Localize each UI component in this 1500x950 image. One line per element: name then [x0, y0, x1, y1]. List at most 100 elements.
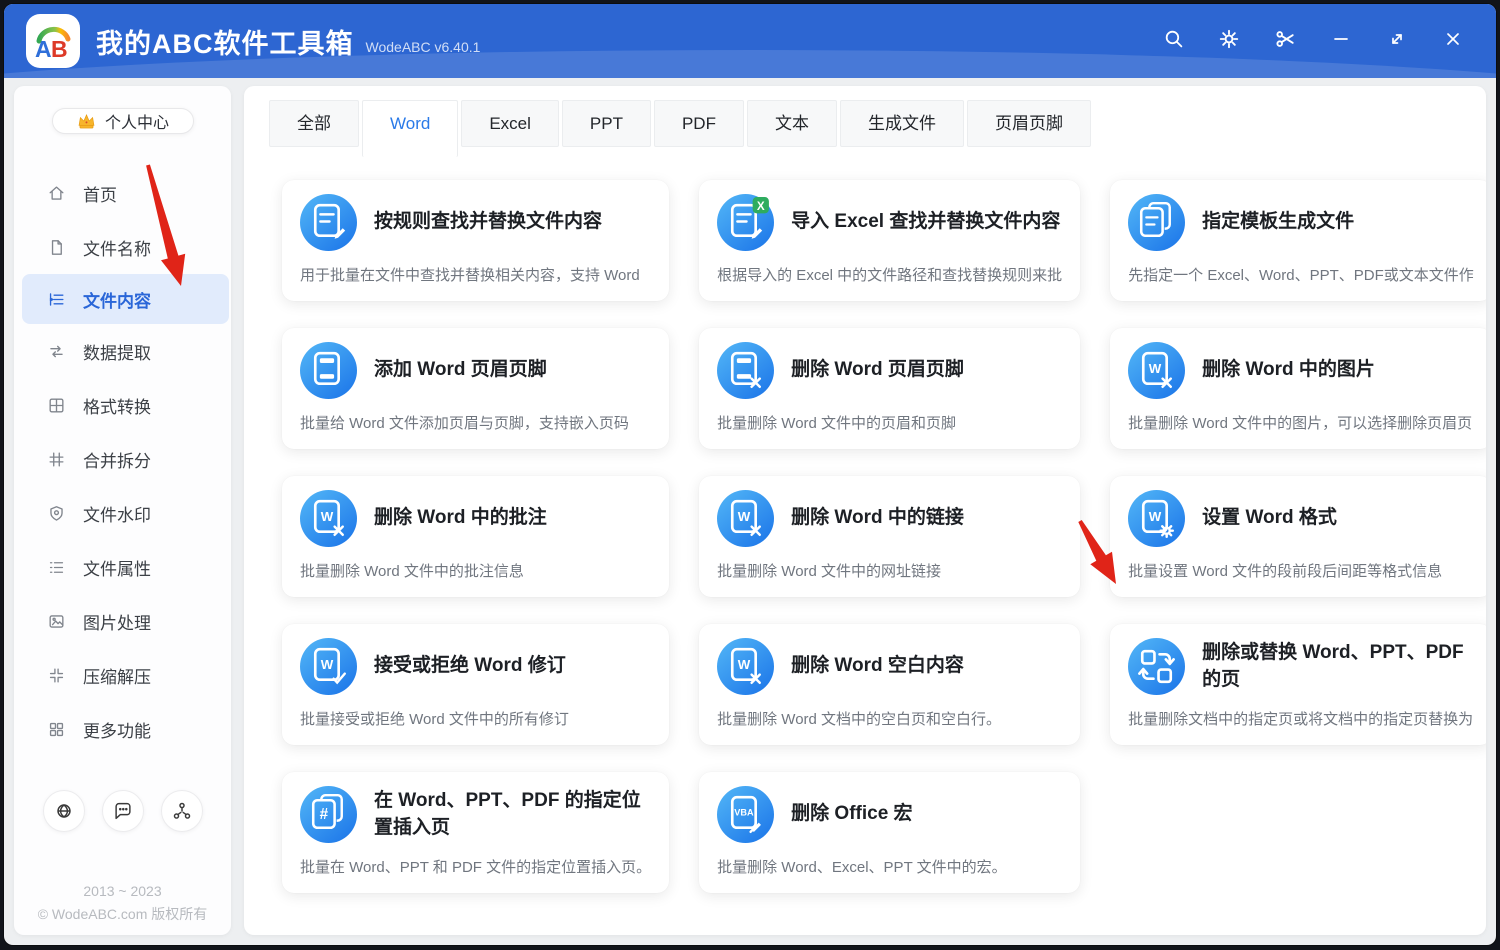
card-description: 先指定一个 Excel、Word、PPT、PDF或文本文件作	[1128, 264, 1474, 285]
file-content-icon	[47, 290, 66, 309]
card-description: 批量在 Word、PPT 和 PDF 文件的指定位置插入页。	[300, 856, 651, 877]
format-convert-icon	[47, 396, 66, 415]
scissors-icon	[1274, 28, 1296, 55]
svg-text:VBA: VBA	[734, 808, 754, 818]
card-head: X 导入 Excel 查找并替换文件内容	[717, 194, 1062, 251]
window-controls	[1152, 20, 1474, 62]
sidebar-item-6[interactable]: 文件水印	[14, 486, 231, 540]
tool-card-8[interactable]: W 设置 Word 格式 批量设置 Word 文件的段前段后间距等格式信息	[1110, 476, 1486, 597]
personal-center-button[interactable]: 个人中心	[52, 108, 194, 134]
tab-PDF[interactable]: PDF	[654, 100, 744, 147]
sidebar-item-8[interactable]: 图片处理	[14, 594, 231, 648]
browser-button[interactable]	[43, 790, 85, 832]
copyright-years: 2013 ~ 2023	[14, 880, 231, 903]
sidebar-item-5[interactable]: 合并拆分	[14, 432, 231, 486]
card-description: 批量删除 Word、Excel、PPT 文件中的宏。	[717, 856, 1062, 877]
settings-button[interactable]	[1208, 20, 1250, 62]
share-icon	[171, 800, 193, 822]
card-head: 删除或替换 Word、PPT、PDF 的页	[1128, 638, 1474, 695]
file-name-icon	[47, 238, 66, 257]
chat-icon	[112, 800, 134, 822]
sidebar-item-label: 文件属性	[83, 555, 151, 580]
sidebar-item-2[interactable]: 文件内容	[22, 274, 229, 324]
sidebar-nav: 首页 文件名称 文件内容 数据提取 格式转换 合并拆分 文件水印 文件属性 图片…	[14, 166, 231, 756]
sidebar-item-1[interactable]: 文件名称	[14, 220, 231, 274]
resize-icon	[1387, 29, 1407, 54]
card-head: 按规则查找并替换文件内容	[300, 194, 651, 251]
more-features-icon	[47, 720, 66, 739]
card-title: 接受或拒绝 Word 修订	[374, 653, 566, 680]
card-title: 删除 Word 中的批注	[374, 505, 547, 532]
doc-pencil-excel-icon: X	[717, 194, 774, 251]
card-description: 批量给 Word 文件添加页眉与页脚，支持嵌入页码	[300, 412, 651, 433]
tab-Word[interactable]: Word	[362, 100, 458, 157]
card-title: 删除 Office 宏	[791, 801, 912, 828]
sidebar-item-3[interactable]: 数据提取	[14, 324, 231, 378]
tool-card-10[interactable]: W 删除 Word 空白内容 批量删除 Word 文档中的空白页和空白行。	[699, 624, 1080, 745]
search-button[interactable]	[1152, 20, 1194, 62]
personal-center-label: 个人中心	[105, 109, 169, 133]
tab-文本[interactable]: 文本	[747, 100, 837, 147]
browser-icon	[53, 800, 75, 822]
tool-card-4[interactable]: 删除 Word 页眉页脚 批量删除 Word 文件中的页眉和页脚	[699, 328, 1080, 449]
sidebar-item-0[interactable]: 首页	[14, 166, 231, 220]
page-swap-icon	[1128, 638, 1185, 695]
app-window: A B 我的ABC软件工具箱 WodeABC v6.40.1	[4, 4, 1496, 945]
tab-label: Word	[390, 114, 430, 133]
tool-card-12[interactable]: # 在 Word、PPT、PDF 的指定位置插入页 批量在 Word、PPT 和…	[282, 772, 669, 893]
tool-card-9[interactable]: W 接受或拒绝 Word 修订 批量接受或拒绝 Word 文件中的所有修订	[282, 624, 669, 745]
tool-card-13[interactable]: VBA 删除 Office 宏 批量删除 Word、Excel、PPT 文件中的…	[699, 772, 1080, 893]
watermark-icon	[47, 504, 66, 523]
tool-card-2[interactable]: 指定模板生成文件 先指定一个 Excel、Word、PPT、PDF或文本文件作	[1110, 180, 1486, 301]
sidebar-item-label: 更多功能	[83, 717, 151, 742]
tool-card-11[interactable]: 删除或替换 Word、PPT、PDF 的页 批量删除文档中的指定页或将文档中的指…	[1110, 624, 1486, 745]
card-description: 批量删除文档中的指定页或将文档中的指定页替换为	[1128, 708, 1474, 729]
sidebar-item-10[interactable]: 更多功能	[14, 702, 231, 756]
minimize-button[interactable]	[1320, 20, 1362, 62]
crown-icon	[76, 111, 97, 132]
tab-label: PDF	[682, 114, 716, 133]
tab-Excel[interactable]: Excel	[461, 100, 559, 147]
tool-card-0[interactable]: 按规则查找并替换文件内容 用于批量在文件中查找并替换相关内容，支持 Word	[282, 180, 669, 301]
svg-text:#: #	[320, 806, 329, 823]
tab-label: Excel	[489, 114, 531, 133]
search-icon	[1163, 28, 1184, 54]
sidebar-item-7[interactable]: 文件属性	[14, 540, 231, 594]
tool-card-7[interactable]: W 删除 Word 中的链接 批量删除 Word 文件中的网址链接	[699, 476, 1080, 597]
tool-card-5[interactable]: W 删除 Word 中的图片 批量删除 Word 文件中的图片，可以选择删除页眉…	[1110, 328, 1486, 449]
card-description: 批量删除 Word 文件中的网址链接	[717, 560, 1062, 581]
share-button[interactable]	[161, 790, 203, 832]
resize-button[interactable]	[1376, 20, 1418, 62]
tab-生成文件[interactable]: 生成文件	[840, 100, 964, 147]
svg-text:B: B	[51, 36, 68, 62]
macro-delete-icon: VBA	[717, 786, 774, 843]
tab-全部[interactable]: 全部	[269, 100, 359, 147]
sidebar-item-9[interactable]: 压缩解压	[14, 648, 231, 702]
tool-card-1[interactable]: X 导入 Excel 查找并替换文件内容 根据导入的 Excel 中的文件路径和…	[699, 180, 1080, 301]
sidebar-item-4[interactable]: 格式转换	[14, 378, 231, 432]
close-button[interactable]	[1432, 20, 1474, 62]
card-head: W 删除 Word 中的图片	[1128, 342, 1474, 399]
copyright: 2013 ~ 2023 © WodeABC.com 版权所有	[14, 866, 231, 945]
word-image-delete-icon: W	[1128, 342, 1185, 399]
word-link-delete-icon: W	[717, 490, 774, 547]
svg-text:W: W	[1149, 509, 1162, 524]
tool-card-3[interactable]: 添加 Word 页眉页脚 批量给 Word 文件添加页眉与页脚，支持嵌入页码	[282, 328, 669, 449]
tab-PPT[interactable]: PPT	[562, 100, 651, 147]
svg-text:W: W	[738, 657, 751, 672]
tab-label: 文本	[775, 114, 809, 133]
svg-text:W: W	[738, 509, 751, 524]
tool-card-6[interactable]: W 删除 Word 中的批注 批量删除 Word 文件中的批注信息	[282, 476, 669, 597]
app-version: WodeABC v6.40.1	[366, 39, 481, 55]
compress-icon	[47, 666, 66, 685]
tab-页眉页脚[interactable]: 页眉页脚	[967, 100, 1091, 147]
card-head: 指定模板生成文件	[1128, 194, 1474, 251]
app-body: 个人中心 首页 文件名称 文件内容 数据提取 格式转换 合并拆分 文件水印 文件…	[4, 78, 1496, 945]
chat-button[interactable]	[102, 790, 144, 832]
doc-header-footer-delete-icon	[717, 342, 774, 399]
settings-icon	[1218, 28, 1240, 55]
scissors-button[interactable]	[1264, 20, 1306, 62]
sidebar-item-label: 合并拆分	[83, 447, 151, 472]
image-process-icon	[47, 612, 66, 631]
card-description: 批量设置 Word 文件的段前段后间距等格式信息	[1128, 560, 1474, 581]
